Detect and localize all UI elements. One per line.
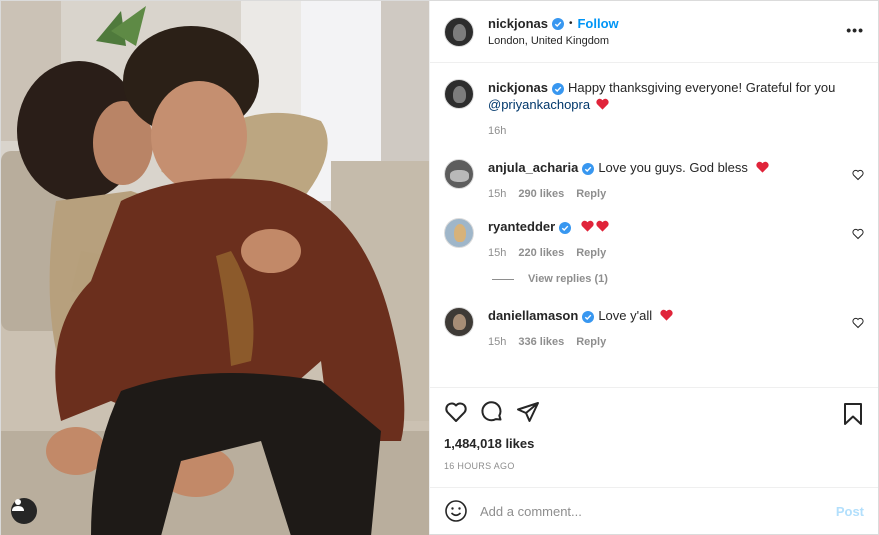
couple-photo-illustration bbox=[1, 1, 429, 535]
caption-body: Happy thanksgiving everyone! Grateful fo… bbox=[567, 80, 836, 95]
red-heart-emoji-icon bbox=[596, 98, 609, 110]
like-comment-heart-icon[interactable] bbox=[852, 228, 864, 240]
user-tag-icon[interactable] bbox=[11, 498, 37, 524]
comment-body: Love y'all bbox=[598, 308, 653, 323]
separator-dot: • bbox=[568, 18, 573, 29]
header-text: nickjonas • Follow London, United Kingdo… bbox=[488, 16, 619, 47]
comment-text: daniellamason Love y'all bbox=[488, 307, 864, 324]
caption-avatar[interactable] bbox=[444, 79, 474, 109]
caption: nickjonas Happy thanksgiving everyone! Gr… bbox=[444, 79, 864, 137]
comment-time[interactable]: 15h bbox=[488, 188, 506, 200]
comment-username[interactable]: daniellamason bbox=[488, 308, 578, 323]
author-username[interactable]: nickjonas bbox=[488, 16, 548, 31]
red-heart-emoji-icon bbox=[755, 161, 769, 173]
comment-likes[interactable]: 220 likes bbox=[518, 247, 564, 259]
share-send-icon[interactable] bbox=[516, 400, 540, 424]
verified-badge-icon bbox=[551, 82, 564, 95]
add-comment-input[interactable] bbox=[480, 503, 836, 519]
comments-list: nickjonas Happy thanksgiving everyone! Gr… bbox=[430, 63, 878, 387]
post-comment-button[interactable]: Post bbox=[836, 504, 864, 519]
reply-button[interactable]: Reply bbox=[576, 188, 606, 200]
person-icon bbox=[12, 499, 24, 511]
verified-badge-icon bbox=[582, 310, 595, 323]
view-replies-label: View replies (1) bbox=[528, 273, 608, 285]
verified-badge-icon bbox=[551, 17, 564, 30]
like-comment-heart-icon[interactable] bbox=[852, 169, 864, 181]
comment-item: ryantedder 15h 220 likes Reply bbox=[444, 218, 864, 259]
red-heart-emoji-icon bbox=[596, 220, 609, 232]
save-bookmark-icon[interactable] bbox=[842, 402, 864, 426]
comment-item: daniellamason Love y'all 15h 336 likes Re… bbox=[444, 307, 864, 348]
post-like-count[interactable]: 1,484,018 likes bbox=[444, 436, 864, 451]
comment-meta: 15h 220 likes Reply bbox=[488, 247, 864, 259]
comment-text: ryantedder bbox=[488, 218, 864, 235]
comment-time[interactable]: 15h bbox=[488, 336, 506, 348]
red-heart-emoji-icon bbox=[581, 220, 594, 232]
post-timestamp[interactable]: 16 HOURS AGO bbox=[444, 461, 864, 471]
caption-mention[interactable]: @priyankachopra bbox=[488, 97, 590, 112]
like-comment-heart-icon[interactable] bbox=[852, 317, 864, 329]
post-location[interactable]: London, United Kingdom bbox=[488, 35, 619, 47]
post-side-panel: nickjonas • Follow London, United Kingdo… bbox=[429, 1, 878, 534]
comment-username[interactable]: ryantedder bbox=[488, 219, 555, 234]
replies-divider-line bbox=[492, 278, 514, 280]
reply-button[interactable]: Reply bbox=[576, 247, 606, 259]
comment-likes[interactable]: 336 likes bbox=[518, 336, 564, 348]
comment-likes[interactable]: 290 likes bbox=[518, 188, 564, 200]
commenter-avatar[interactable] bbox=[444, 159, 474, 189]
action-icon-row bbox=[444, 400, 864, 424]
emoji-smiley-icon[interactable] bbox=[444, 499, 468, 523]
comment-meta: 15h 336 likes Reply bbox=[488, 336, 864, 348]
more-options-icon[interactable]: ••• bbox=[846, 23, 864, 37]
red-heart-emoji-icon bbox=[660, 309, 673, 321]
verified-badge-icon bbox=[582, 162, 595, 175]
caption-username[interactable]: nickjonas bbox=[488, 80, 548, 95]
post-actions: 1,484,018 likes 16 HOURS AGO bbox=[430, 387, 878, 487]
verified-badge-icon bbox=[559, 221, 572, 234]
comment-username[interactable]: anjula_acharia bbox=[488, 160, 578, 175]
caption-meta: 16h bbox=[488, 125, 864, 137]
add-comment-bar: Post bbox=[430, 487, 878, 534]
view-replies-button[interactable]: View replies (1) bbox=[492, 273, 864, 285]
post-header: nickjonas • Follow London, United Kingdo… bbox=[430, 1, 878, 63]
caption-text: nickjonas Happy thanksgiving everyone! Gr… bbox=[488, 79, 864, 113]
comment-text: anjula_acharia Love you guys. God bless bbox=[488, 159, 864, 176]
caption-time[interactable]: 16h bbox=[488, 125, 506, 137]
comment-bubble-icon[interactable] bbox=[480, 400, 504, 424]
follow-button[interactable]: Follow bbox=[577, 16, 618, 31]
commenter-avatar[interactable] bbox=[444, 307, 474, 337]
commenter-avatar[interactable] bbox=[444, 218, 474, 248]
post-photo[interactable] bbox=[1, 1, 429, 535]
like-heart-icon[interactable] bbox=[444, 400, 468, 424]
comment-meta: 15h 290 likes Reply bbox=[488, 188, 864, 200]
reply-button[interactable]: Reply bbox=[576, 336, 606, 348]
comment-body: Love you guys. God bless bbox=[598, 160, 748, 175]
author-avatar[interactable] bbox=[444, 16, 474, 47]
comment-item: anjula_acharia Love you guys. God bless 1… bbox=[444, 159, 864, 200]
comment-time[interactable]: 15h bbox=[488, 247, 506, 259]
instagram-post: nickjonas • Follow London, United Kingdo… bbox=[0, 0, 879, 535]
